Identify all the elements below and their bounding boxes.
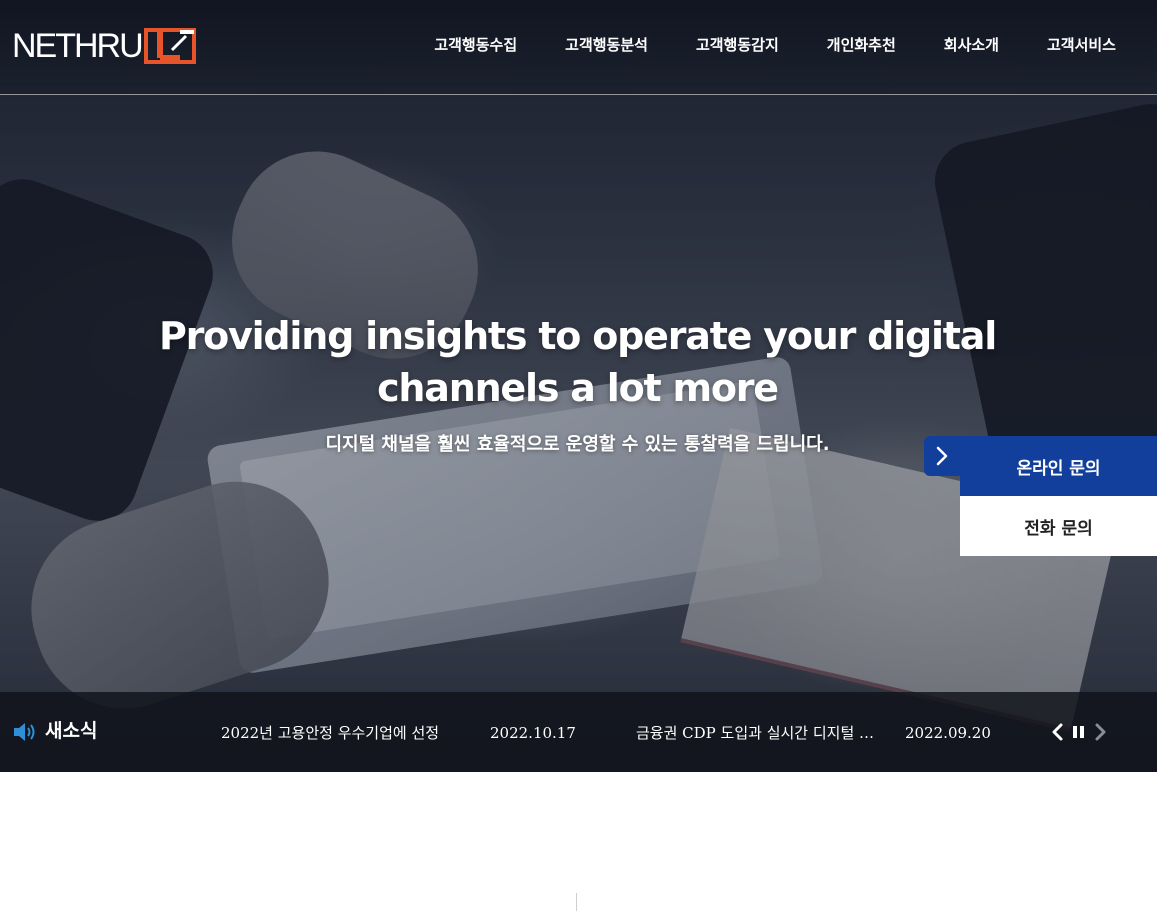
- section-divider: [576, 893, 577, 911]
- main-nav: 고객행동수집 고객행동분석 고객행동감지 개인화추천 회사소개 고객서비스: [434, 34, 1157, 56]
- news-item-date: 2022.09.20: [905, 724, 991, 742]
- nav-item-company[interactable]: 회사소개: [944, 34, 999, 56]
- news-item-link[interactable]: 2022년 고용안정 우수기업에 선정: [221, 722, 461, 744]
- news-item-link[interactable]: 금융권 CDP 도입과 실시간 디지털 …: [636, 722, 886, 744]
- inquiry-toggle-button[interactable]: [924, 436, 964, 476]
- nav-item-service[interactable]: 고객서비스: [1047, 34, 1116, 56]
- logo-mark-icon: [143, 28, 196, 64]
- nav-item-detect[interactable]: 고객행동감지: [696, 34, 779, 56]
- nav-item-collect[interactable]: 고객행동수집: [434, 34, 517, 56]
- hero-headline: Providing insights to operate your digit…: [130, 310, 1025, 414]
- phone-inquiry-button[interactable]: 전화 문의: [960, 496, 1157, 556]
- site-header: NETHRU 고객행동수집 고객행동분석 고객행동감지 개인화추천 회사소개 고…: [0, 0, 1157, 95]
- speaker-icon: [14, 723, 35, 741]
- hero-headline-line2: channels a lot more: [377, 366, 779, 410]
- online-inquiry-button[interactable]: 온라인 문의: [960, 436, 1157, 496]
- next-arrow-icon[interactable]: [1090, 722, 1110, 742]
- nav-item-analyze[interactable]: 고객행동분석: [565, 34, 648, 56]
- pause-icon[interactable]: [1069, 722, 1089, 742]
- prev-arrow-icon[interactable]: [1048, 722, 1068, 742]
- news-item-date: 2022.10.17: [490, 724, 576, 742]
- hero-subhead: 디지털 채널을 훨씬 효율적으로 운영할 수 있는 통찰력을 드립니다.: [325, 434, 830, 455]
- logo[interactable]: NETHRU: [12, 26, 196, 66]
- chevron-right-icon: [936, 446, 948, 466]
- hero-headline-line1: Providing insights to operate your digit…: [158, 314, 997, 358]
- nav-item-personalize[interactable]: 개인화추천: [827, 34, 896, 56]
- news-bar: 새소식 2022년 고용안정 우수기업에 선정 2022.10.17 금융권 C…: [0, 692, 1157, 772]
- news-title: 새소식: [45, 720, 98, 742]
- logo-text: NETHRU: [12, 27, 144, 65]
